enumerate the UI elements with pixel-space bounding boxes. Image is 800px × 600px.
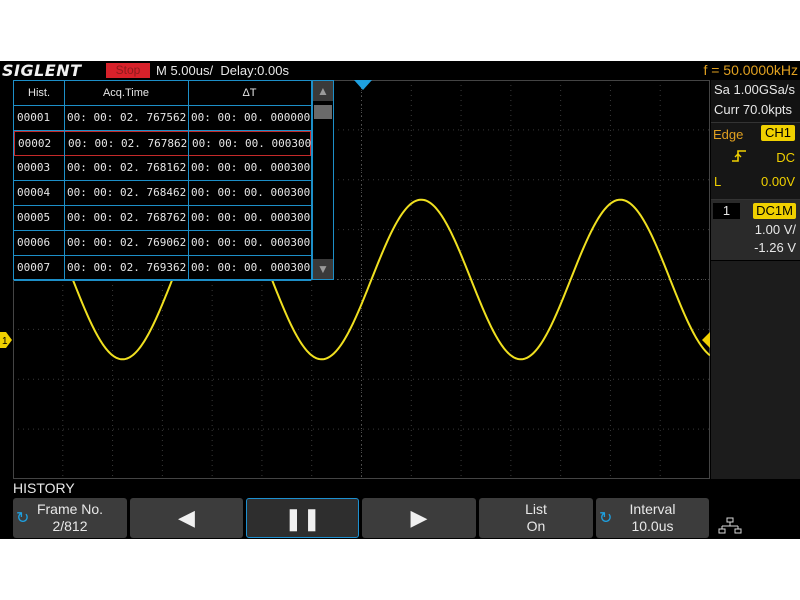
column-header: Acq.Time [102,87,150,99]
channel1-marker-label: 1 [2,336,8,347]
right-panel-empty-area [711,261,800,479]
trigger-level-label: L [714,174,722,189]
pause-button[interactable]: ❚❚ [246,498,359,538]
pause-icon: ❚❚ [284,506,321,531]
column-divider [188,81,189,281]
timebase-value: M 5.00us/ [156,63,214,78]
history-list-table: Hist. Acq.Time ΔT 00001 00: 00: 02. 767562 00… [13,80,312,281]
network-icon [718,517,742,534]
table-cell-hist: 00004 [17,186,51,199]
softkey-label: List [525,501,547,517]
next-arrow-icon: ▶ [410,505,428,530]
softkey-label: Frame No. [36,501,104,517]
table-cell-hist: 00007 [17,261,51,274]
table-cell-acq-time: 00: 00: 02. 768462 [67,186,187,199]
history-table-row[interactable]: 00004 00: 00: 02. 768462 00: 00: 00. 00030… [14,181,311,206]
acquisition-info[interactable]: Sa 1.00GSa/s Curr 70.0kpts [711,80,800,123]
right-info-panel: Sa 1.00GSa/s Curr 70.0kpts Edge CH1 DC L… [711,80,800,479]
table-cell-delta-t: 00: 00: 00. 000300 [191,236,310,249]
history-table-row[interactable]: 00005 00: 00: 02. 768762 00: 00: 00. 00030… [14,206,311,231]
brand-logo: SIGLENT [2,61,82,80]
history-table-row[interactable]: 00006 00: 00: 02. 769062 00: 00: 00. 00030… [14,231,311,256]
channel-number: 1 [713,203,740,219]
softkey-bar: ↻ Frame No. 2/812 ◀ ❚❚ ▶ List On ↻ Inter… [0,497,800,539]
run-stop-status[interactable]: Stop [106,63,150,78]
channel-scale: 1.00 V/ [754,222,796,237]
frequency-counter: f = 50.0000kHz [703,62,798,78]
scroll-down-arrow-icon[interactable]: ▼ [313,259,333,279]
rising-edge-icon [731,149,747,166]
history-table-row[interactable]: 00001 00: 00: 02. 767562 00: 00: 00. 00000… [14,106,311,131]
table-cell-delta-t: 00: 00: 00. 000300 [192,137,311,150]
table-cell-hist: 00005 [17,211,51,224]
timebase-readout[interactable]: M 5.00us/ Delay:0.00s [156,61,289,80]
table-cell-delta-t: 00: 00: 00. 000300 [191,161,310,174]
channel-coupling: DC1M [753,203,796,219]
next-frame-button[interactable]: ▶ [362,498,476,538]
sample-rate: Sa 1.00GSa/s [714,82,795,97]
history-table-row[interactable]: 00007 00: 00: 02. 769362 00: 00: 00. 00030… [14,256,311,281]
oscilloscope-screen: SIGLENT Stop M 5.00us/ Delay:0.00s f = 5… [0,61,800,539]
table-cell-delta-t: 00: 00: 00. 000000 [191,111,310,124]
trigger-type: Edge [713,127,744,142]
softkey-value: 10.0us [631,518,674,534]
list-toggle-softkey[interactable]: List On [479,498,593,538]
interval-softkey[interactable]: ↻ Interval 10.0us [596,498,709,538]
trigger-level-value: 0.00V [761,174,795,189]
scroll-up-arrow-icon[interactable]: ▲ [313,81,333,101]
top-status-bar: SIGLENT Stop M 5.00us/ Delay:0.00s f = 5… [0,61,800,80]
table-cell-acq-time: 00: 00: 02. 769062 [67,236,187,249]
softkey-label: Interval [629,501,676,517]
table-cell-hist: 00001 [17,111,51,124]
channel-offset: -1.26 V [754,240,796,255]
trigger-info[interactable]: Edge CH1 DC L 0.00V [711,123,800,200]
frame-number-softkey[interactable]: ↻ Frame No. 2/812 [13,498,127,538]
history-table-row[interactable]: 00003 00: 00: 02. 768162 00: 00: 00. 00030… [14,156,311,181]
softkey-value: 2/812 [52,518,88,534]
trigger-coupling: DC [776,150,795,165]
delay-value: Delay:0.00s [220,63,289,78]
trigger-position-marker-icon[interactable] [354,80,372,90]
table-cell-hist: 00006 [17,236,51,249]
table-cell-acq-time: 00: 00: 02. 769362 [67,261,187,274]
table-cell-acq-time: 00: 00: 02. 768762 [67,211,187,224]
softkey-value: On [526,518,546,534]
trigger-source: CH1 [760,125,795,141]
column-header: ΔT [242,87,257,99]
channel1-info[interactable]: 1 DC1M 1.00 V/ -1.26 V [711,200,800,260]
table-cell-hist: 00002 [18,137,52,150]
memory-depth: Curr 70.0kpts [714,102,793,117]
column-divider [64,81,65,281]
menu-title: HISTORY [13,480,75,496]
trigger-level-marker-icon[interactable] [702,332,710,348]
column-header: Hist. [28,87,50,99]
table-cell-hist: 00003 [17,161,51,174]
previous-arrow-icon: ◀ [178,505,195,530]
table-cell-delta-t: 00: 00: 00. 000300 [191,186,310,199]
history-table-row[interactable]: 00002 00: 00: 02. 767862 00: 00: 00. 00030… [14,131,311,156]
channel1-offset-marker-icon[interactable]: 1 [0,332,12,348]
previous-frame-button[interactable]: ◀ [130,498,243,538]
history-table-header: Hist. Acq.Time ΔT [14,81,311,106]
scroll-thumb[interactable] [314,105,332,119]
table-cell-acq-time: 00: 00: 02. 767862 [68,137,188,150]
table-cell-delta-t: 00: 00: 00. 000300 [191,261,310,274]
table-cell-acq-time: 00: 00: 02. 768162 [67,161,187,174]
table-cell-acq-time: 00: 00: 02. 767562 [67,111,187,124]
history-list-scrollbar[interactable]: ▲ ▼ [312,80,334,280]
table-cell-delta-t: 00: 00: 00. 000300 [191,211,310,224]
